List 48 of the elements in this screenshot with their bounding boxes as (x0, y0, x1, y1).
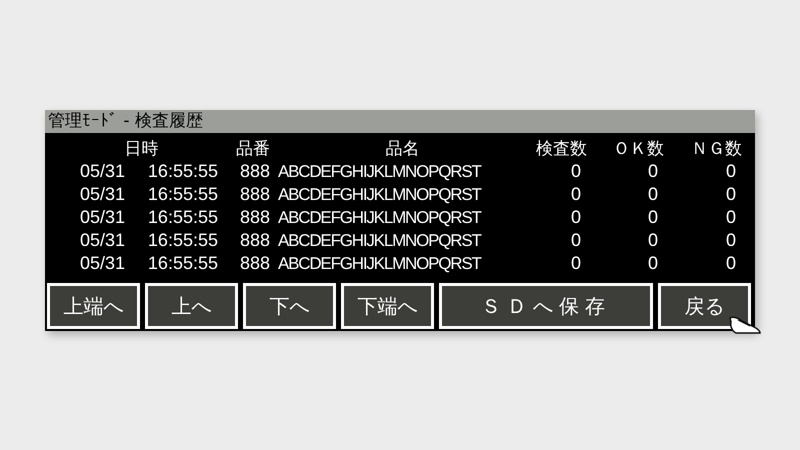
table-cell-text: 0 (724, 230, 737, 251)
table-cell-text: 05/31 (78, 230, 125, 251)
column-header: 検査数 (535, 138, 587, 160)
table-cell-text: ABCDEFGHIJKLMNOPQRST (277, 230, 482, 250)
table-cell-text: ABCDEFGHIJKLMNOPQRST (277, 254, 482, 274)
hmi-button[interactable]: 戻る (658, 283, 751, 329)
table-cell-text: 16:55:55 (146, 230, 218, 251)
table-cell-text: 0 (724, 161, 737, 182)
table-cell-text: 0 (646, 161, 659, 182)
table-cell-text: 16:55:55 (146, 253, 218, 274)
table-cell-text: 0 (646, 207, 659, 228)
table-cell-text: 888 (238, 184, 270, 205)
table-cell-text: 0 (646, 230, 659, 251)
hmi-button[interactable]: 上端へ (47, 283, 140, 329)
table-cell-text: 16:55:55 (146, 161, 218, 182)
window-title: 管理ﾓｰﾄﾞ - 検査履歴 (45, 110, 755, 133)
table-cell-text: 05/31 (78, 161, 125, 182)
table-cell-text: 0 (570, 161, 582, 182)
table-cell-text: ABCDEFGHIJKLMNOPQRST (277, 184, 482, 204)
table-cell-text: 0 (724, 184, 737, 205)
table-cell-text: 0 (724, 207, 737, 228)
column-header: ＮＧ数 (690, 138, 742, 160)
table-cell-text: 0 (570, 184, 582, 205)
hmi-button[interactable]: 下へ (243, 283, 336, 329)
table-cell-text: 05/31 (78, 253, 125, 274)
table-cell-text: 888 (238, 161, 270, 182)
table-cell-text: 0 (724, 253, 737, 274)
hmi-button[interactable]: 上へ (145, 283, 238, 329)
column-header: 日時 (124, 138, 160, 160)
hmi-button[interactable]: ＳＤへ保存 (439, 283, 653, 329)
table-cell-text: 0 (646, 184, 659, 205)
column-header: 品名 (384, 138, 420, 160)
table-cell-text: 16:55:55 (146, 184, 218, 205)
table-cell-text: 05/31 (78, 207, 125, 228)
column-header: ＯＫ数 (612, 138, 664, 160)
table-cell-text: 0 (570, 230, 582, 251)
table-cell-text: 0 (570, 207, 582, 228)
table-cell-text: ABCDEFGHIJKLMNOPQRST (277, 162, 482, 182)
table-cell-text: 888 (238, 230, 270, 251)
hmi-button[interactable]: 下端へ (341, 283, 434, 329)
table-cell-text: 0 (570, 253, 582, 274)
table-cell-text: ABCDEFGHIJKLMNOPQRST (277, 208, 482, 228)
table-cell-text: 0 (646, 253, 659, 274)
table-cell-text: 888 (238, 207, 270, 228)
table-cell-text: 05/31 (78, 184, 125, 205)
column-header: 品番 (235, 138, 270, 160)
table-cell-text: 888 (238, 253, 270, 274)
table-cell-text: 16:55:55 (146, 207, 218, 228)
